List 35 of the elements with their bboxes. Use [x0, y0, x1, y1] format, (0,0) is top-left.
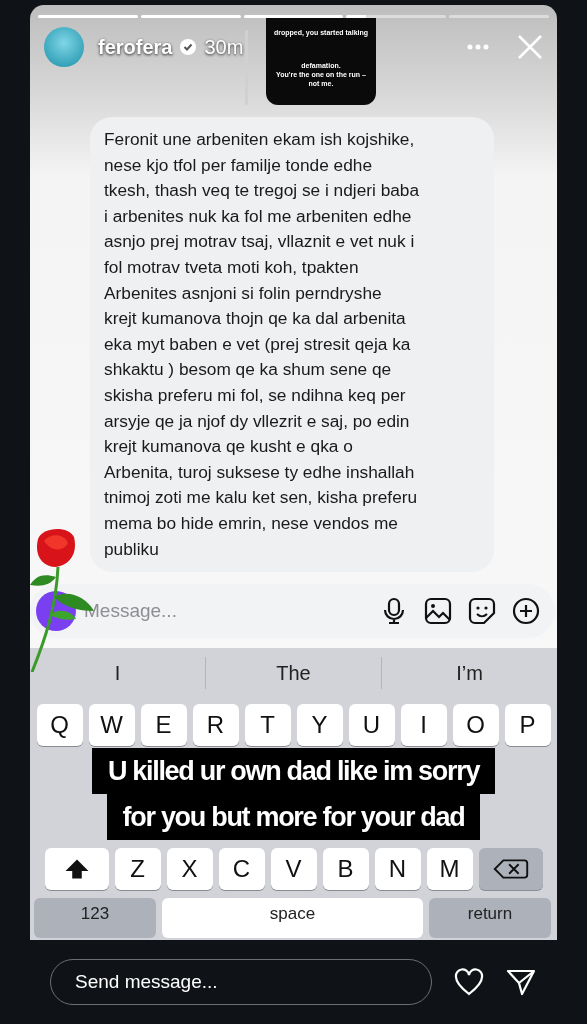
image-icon[interactable]: [423, 596, 453, 627]
caption-text: for you but more for your dad: [106, 794, 481, 841]
key[interactable]: I: [400, 704, 447, 747]
add-icon[interactable]: [511, 596, 541, 627]
shift-icon[interactable]: [44, 848, 109, 891]
key[interactable]: Y: [296, 704, 343, 747]
key[interactable]: R: [192, 704, 239, 747]
message-text: Feronit une arbeniten ekam ish kojshike, nese kjo tfol per familje tonde edhe tkesh, thash veq te tregoj se i ndjeri baba i arbenites nuk ka fol me arbeniten edhe asnjo prej motrav tsaj, vllaznit e vet nuk i fol motrav tveta moti koh, tpakten Arbenites asnjoni si folin perndryshe krejt kumanova thojn qe ka dal arbenita eka myt baben e vet (prej stresit qeja ka shkaktu ) besom qe ka shum sene qe skisha preferu mi fol, se ndihna keq per arsyje qe ja njof dy vllezrit e saj, po edin krejt kumanova qe kusht e qka o Arbenita, turoj suksese ty edhe inshallah tnimoj zoti me kalu ket sen, kisha preferu mema bo hide emrin, nese vendos me publiku: [90, 117, 494, 573]
key[interactable]: 123: [34, 898, 156, 939]
key[interactable]: B: [322, 848, 369, 891]
caption-text: U killed ur own dad like im sorry: [91, 748, 496, 795]
key[interactable]: Q: [36, 704, 83, 747]
post-time: 30m: [204, 35, 244, 59]
send-icon[interactable]: [506, 968, 536, 996]
key[interactable]: V: [270, 848, 317, 891]
key[interactable]: T: [244, 704, 291, 747]
key[interactable]: C: [218, 848, 265, 891]
key[interactable]: X: [166, 848, 213, 891]
key[interactable]: return: [429, 898, 551, 939]
key[interactable]: U: [348, 704, 395, 747]
key[interactable]: E: [140, 704, 187, 747]
message-placeholder: Message...: [84, 600, 178, 623]
key[interactable]: Z: [114, 848, 161, 891]
key[interactable]: space: [162, 898, 423, 939]
key[interactable]: M: [426, 848, 473, 891]
key[interactable]: O: [452, 704, 499, 747]
heart-icon[interactable]: [454, 968, 484, 996]
key[interactable]: P: [504, 704, 551, 747]
suggestion[interactable]: I’m: [382, 661, 557, 685]
key[interactable]: W: [88, 704, 135, 747]
backspace-icon[interactable]: [478, 848, 543, 891]
key[interactable]: N: [374, 848, 421, 891]
suggestion[interactable]: I: [30, 661, 205, 685]
sticker-icon[interactable]: [467, 596, 497, 627]
suggestion[interactable]: The: [206, 661, 381, 685]
